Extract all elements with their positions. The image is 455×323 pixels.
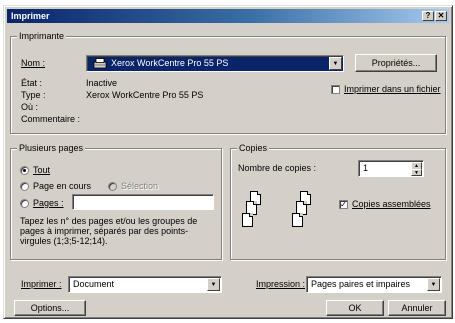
chevron-down-icon[interactable]: ▼ — [207, 278, 220, 291]
pages-input[interactable] — [72, 194, 214, 210]
copies-count-spinner[interactable]: 1 ▲ ▼ — [358, 160, 424, 177]
window-title: Imprimer — [11, 11, 50, 21]
collate-label[interactable]: Copies assemblées — [352, 199, 431, 210]
print-what-select[interactable]: Document ▼ — [68, 276, 222, 293]
print-only-label: Impression : — [256, 279, 306, 289]
print-what-label: Imprimer : — [21, 279, 62, 289]
help-button[interactable]: ? — [422, 11, 434, 21]
printer-name-select[interactable]: Xerox WorkCentre Pro 55 PS ▼ — [86, 55, 344, 72]
comment-label: Commentaire : — [21, 114, 81, 124]
printer-name-value: Xerox WorkCentre Pro 55 PS — [111, 58, 229, 68]
spin-down-icon[interactable]: ▼ — [411, 169, 422, 176]
page-icon — [242, 213, 253, 227]
range-all-label[interactable]: Tout — [33, 165, 50, 176]
options-button[interactable]: Options... — [14, 300, 86, 316]
print-only-select[interactable]: Pages paires et impaires ▼ — [306, 276, 442, 293]
print-what-value: Document — [73, 279, 115, 289]
where-label: Où : — [21, 102, 39, 112]
close-button[interactable]: ✕ — [435, 11, 447, 21]
printer-name-label: Nom : — [21, 58, 46, 68]
chevron-down-icon[interactable]: ▼ — [329, 57, 342, 70]
copies-group-label: Copies — [237, 143, 270, 154]
printer-group-label: Imprimante — [17, 31, 67, 42]
page-range-group-label: Plusieurs pages — [17, 143, 86, 154]
copies-count-value: 1 — [363, 163, 369, 173]
range-current-page-radio[interactable] — [20, 182, 29, 191]
range-pages-radio[interactable] — [20, 199, 29, 208]
print-to-file-label[interactable]: Imprimer dans un fichier — [344, 84, 441, 95]
range-selection-label[interactable]: Sélection — [121, 181, 158, 192]
collate-checkbox[interactable]: ✓ — [339, 200, 348, 209]
page-range-hint: Tapez les n° des pages et/ou les groupes… — [20, 216, 198, 246]
chevron-down-icon[interactable]: ▼ — [427, 278, 440, 291]
range-pages-label[interactable]: Pages : — [33, 198, 64, 209]
properties-button[interactable]: Propriétés... — [355, 54, 437, 72]
range-selection-radio[interactable] — [108, 182, 117, 191]
copies-count-label: Nombre de copies : — [238, 163, 317, 173]
type-label: Type : — [21, 90, 46, 100]
type-value: Xerox WorkCentre Pro 55 PS — [86, 90, 204, 100]
print-only-value: Pages paires et impaires — [311, 279, 411, 289]
range-all-radio[interactable] — [20, 166, 29, 175]
page-icon — [292, 213, 303, 227]
cancel-button[interactable]: Annuler — [388, 300, 446, 316]
range-current-page-label[interactable]: Page en cours — [33, 181, 91, 192]
status-value: Inactive — [86, 78, 118, 88]
collate-illustration — [242, 191, 322, 241]
printer-icon — [93, 58, 107, 69]
status-label: État : — [21, 78, 43, 88]
title-bar: Imprimer ? ✕ — [7, 9, 449, 23]
print-to-file-checkbox[interactable] — [331, 85, 340, 94]
print-dialog: Imprimer ? ✕ Imprimante Nom : Xerox Work… — [3, 5, 453, 319]
ok-button[interactable]: OK — [326, 300, 384, 316]
